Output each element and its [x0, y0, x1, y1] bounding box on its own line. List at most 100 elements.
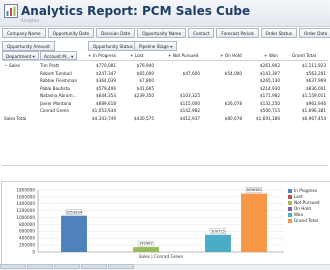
column-header-in-progress[interactable]: + In Progress — [88, 52, 116, 59]
value-cell: $143,307 — [260, 70, 280, 76]
data-label: 142982 — [139, 242, 153, 246]
data-label: 500715 — [211, 229, 225, 233]
y-tick-label: 1000000 — [16, 215, 35, 220]
legend-item-grand-total[interactable]: Grand Total — [288, 218, 320, 224]
field-order-status[interactable]: Order Status — [260, 28, 298, 38]
value-cell: $76,940 — [136, 63, 154, 68]
value-cell: $54,000 — [224, 70, 242, 76]
value-cell: $7,800 — [139, 78, 154, 83]
table-row: Pablo Bautista $579,406 $41,665 $214,930… — [2, 85, 328, 92]
filter-field-row: Company Name Opportunity Date Decision D… — [2, 28, 330, 38]
total-cell: $4,343,749 — [92, 115, 116, 121]
bar-won — [205, 234, 231, 252]
data-label: 1053934 — [66, 210, 83, 214]
grand-total-cell: $836,001 — [306, 85, 326, 91]
bar-chart: 1800000 1600000 1400000 1200000 1000000 80000… — [16, 187, 284, 259]
column-header-not-pursued[interactable]: + Not Pursued — [168, 52, 198, 59]
legend-swatch — [288, 195, 292, 199]
value-cell: $65,000 — [136, 70, 154, 76]
grand-total-cell: $637,969 — [306, 78, 326, 83]
bar-grand-total — [241, 193, 267, 252]
total-cell: $1,691,186 — [256, 115, 280, 121]
y-tick-label: 1200000 — [16, 208, 35, 213]
field-opportunity-date[interactable]: Opportunity Date — [47, 28, 95, 38]
data-label: 1696381 — [246, 188, 262, 192]
y-tick-label: 400000 — [19, 236, 35, 241]
value-cell: $500,715 — [260, 108, 280, 113]
chart-panel: 1800000 1600000 1400000 1200000 1000000 80000… — [1, 181, 330, 266]
y-tick-label: 1400000 — [16, 201, 35, 206]
account-manager-cell: Robert Turnbull — [40, 70, 72, 76]
report-titlebar: Analytics Report: PCM Sales Cube Analyti… — [0, 0, 330, 27]
value-cell: $689,618 — [96, 100, 116, 106]
row-field-department[interactable]: Department ▾ — [2, 51, 39, 60]
field-company-name[interactable]: Company Name — [2, 28, 46, 38]
value-cell: $644,354 — [96, 93, 116, 98]
value-cell: $261,902 — [260, 63, 280, 68]
value-cell: $103,325 — [180, 93, 200, 98]
value-cell: $247,347 — [96, 70, 116, 76]
column-header-won[interactable]: + Won — [264, 52, 278, 59]
column-header-grand-total: Grand Total — [292, 53, 316, 58]
chart-legend: In Progress Lost Not Pursued On Hold Won… — [288, 188, 320, 224]
total-label: Sales Total — [4, 115, 27, 121]
table-row: Robbie Fleishman $364,039 $7,800 $265,13… — [2, 77, 328, 84]
value-cell: $115,000 — [180, 100, 200, 106]
grand-total-cell: $563,201 — [306, 70, 326, 76]
y-tick-label: 1800000 — [16, 187, 35, 192]
bottom-tab[interactable] — [81, 264, 107, 269]
legend-swatch — [288, 213, 292, 217]
bottom-tab-strip — [0, 264, 134, 269]
grand-total-cell: $1,159,011 — [302, 93, 326, 98]
page-subtitle: Analytics — [21, 18, 40, 23]
value-cell: $579,406 — [96, 85, 116, 91]
column-header-on-hold[interactable]: + On Hold — [220, 52, 242, 59]
table-row: Conrad Green $1,053,934 $142,982 $500,71… — [2, 107, 328, 114]
y-tick-label: 200000 — [19, 243, 35, 248]
bottom-tab[interactable] — [108, 264, 134, 269]
expand-icon[interactable]: − — [4, 62, 8, 69]
account-manager-cell: Tim Pratt — [40, 63, 60, 68]
value-cell: $214,930 — [260, 85, 280, 91]
bottom-tab[interactable] — [0, 264, 26, 269]
field-order-date[interactable]: Order Date — [299, 28, 330, 38]
total-cell: $80,078 — [224, 115, 242, 121]
legend-swatch — [288, 207, 292, 211]
value-cell: $132,250 — [260, 100, 280, 106]
row-field-account-manager[interactable]: Account M... ▾ — [40, 51, 78, 60]
value-cell: $364,039 — [96, 78, 116, 83]
y-tick-label: 0 — [32, 249, 35, 254]
table-row: − Sales Tim Pratt $770,081 $76,940 $261,… — [2, 62, 328, 69]
bottom-tab[interactable] — [54, 264, 80, 269]
table-row: Robert Turnbull $247,347 $65,000 $47,600… — [2, 70, 328, 77]
page-title: Analytics Report: PCM Sales Cube — [21, 4, 251, 18]
total-row: Sales Total $4,343,749 $430,575 $412,937… — [2, 115, 328, 122]
field-forecast-period[interactable]: Forecast Period — [216, 28, 259, 38]
y-tick-label: 1600000 — [16, 194, 35, 199]
bottom-tab[interactable] — [27, 264, 53, 269]
total-cell: $430,575 — [134, 115, 154, 121]
value-cell: $265,130 — [260, 78, 280, 83]
legend-swatch — [288, 219, 292, 223]
field-opportunity-name[interactable]: Opportunity Name — [137, 28, 187, 38]
bar-in-progress — [61, 215, 87, 252]
column-header-lost[interactable]: + Lost — [130, 52, 144, 59]
legend-swatch — [288, 189, 292, 193]
grand-total-cell: $1,111,923 — [302, 63, 326, 68]
grand-total-cell: $6,967,454 — [302, 115, 326, 121]
legend-swatch — [288, 201, 292, 205]
field-contact[interactable]: Contact — [188, 28, 215, 38]
value-cell: $41,665 — [136, 85, 154, 91]
table-row: Natasha Abram... $644,354 $239,350 $103,… — [2, 92, 328, 99]
value-cell: $142,982 — [180, 108, 200, 113]
value-cell: $1,053,934 — [92, 108, 116, 113]
y-tick-label: 800000 — [19, 222, 35, 227]
field-decision-date[interactable]: Decision Date — [96, 28, 136, 38]
account-manager-cell: Robbie Fleishman — [40, 78, 78, 83]
department-cell: Sales — [9, 63, 21, 68]
grand-total-cell: $1,696,381 — [302, 108, 326, 113]
x-axis-label: Sales | Conrad Green — [139, 254, 184, 259]
total-cell: $412,937 — [180, 115, 200, 121]
table-row: Javier Montana $689,618 $115,000 $26,078… — [2, 100, 328, 107]
grand-total-cell: $962,946 — [306, 100, 326, 106]
